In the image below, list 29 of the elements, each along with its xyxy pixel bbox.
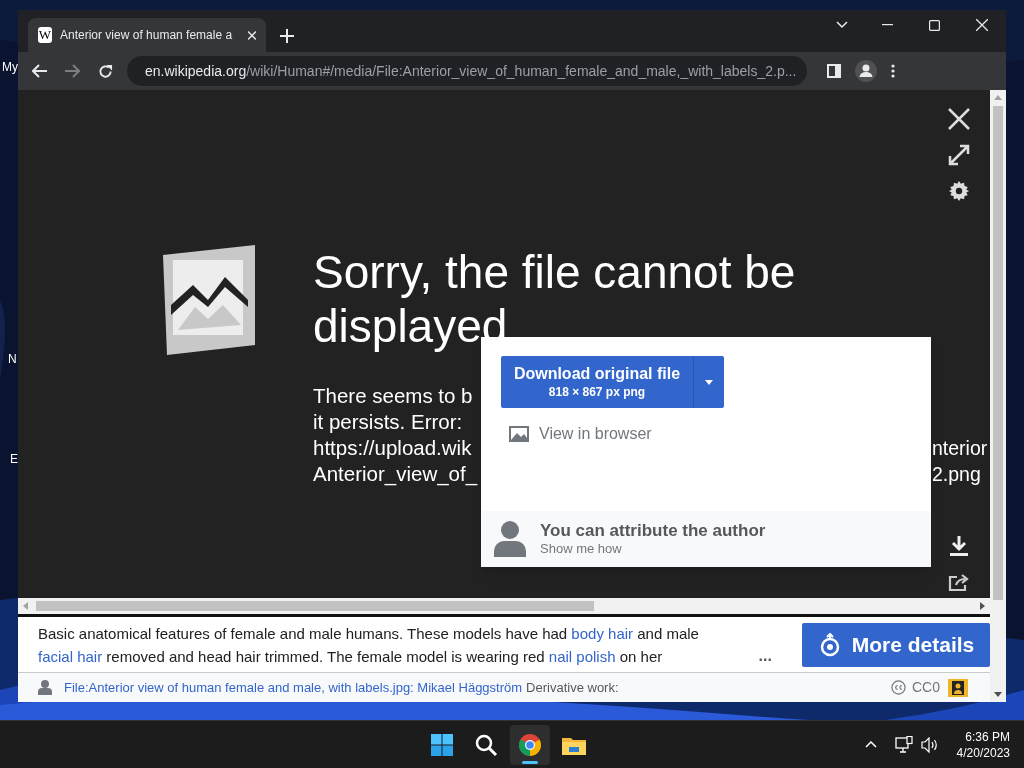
error-text: nterior: [932, 436, 988, 461]
image-description: Basic anatomical features of female and male humans. These models have had body hair and male facial hair removed and head hair trimmed. The female model is wearing red nail polish on her: [38, 623, 700, 667]
show-me-how-link[interactable]: Show me how: [540, 541, 766, 557]
description-link[interactable]: facial hair: [38, 647, 103, 665]
tab-title: Anterior view of human female a: [60, 27, 233, 44]
error-text: it persists. Error:: [313, 410, 464, 433]
description-link[interactable]: body hair: [571, 624, 634, 642]
download-button[interactable]: Download original file 818 × 867 px png: [501, 356, 693, 408]
author-link[interactable]: File:Anterior view of human female and male, with labels.jpg: Mikael Häggström: [64, 677, 523, 698]
favicon: W: [38, 27, 52, 43]
error-text: Anterior_view_of_: [313, 462, 478, 485]
url-text: en.wikipedia.org/wiki/Human#/media/File:Anterior_view_of_human_female_and_male,_with_labels_2.p...: [145, 61, 797, 81]
view-in-browser-link[interactable]: View in browser: [539, 422, 652, 446]
error-text: There seems to b: [313, 384, 473, 407]
attribution-title: You can attribute the author: [540, 521, 766, 541]
desktop-icon-label[interactable]: My: [2, 58, 18, 76]
clock-date[interactable]: 4/20/2023: [956, 744, 1010, 761]
clock-time[interactable]: 6:36 PM: [965, 728, 1010, 745]
more-text[interactable]: ...: [758, 643, 772, 668]
address-bar[interactable]: en.wikipedia.org/wiki/Human#/media/File:Anterior_view_of_human_female_and_male,_with_labels_2.p...: [127, 56, 807, 86]
author-note: Derivative work:: [526, 678, 619, 697]
more-details-button[interactable]: More details: [801, 622, 990, 667]
description-link[interactable]: nail polish: [548, 647, 616, 665]
desktop-icon-label[interactable]: E: [10, 450, 18, 468]
error-text: 2.png: [932, 462, 981, 487]
desktop-icon-label[interactable]: N: [8, 350, 17, 368]
browser-tab[interactable]: W Anterior view of human female a: [28, 18, 266, 52]
license-text[interactable]: CC0: [912, 677, 940, 698]
error-text: https://upload.wik: [313, 436, 472, 459]
